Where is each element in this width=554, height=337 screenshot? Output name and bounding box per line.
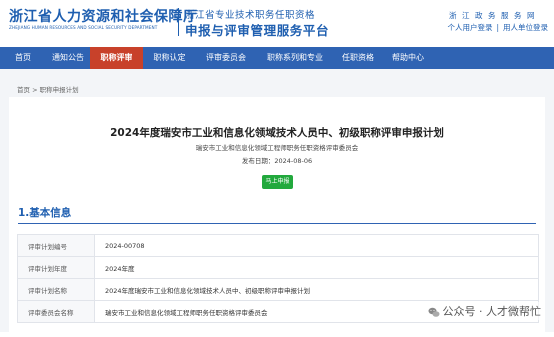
row-value: 2024年度瑞安市工业和信息化领域技术人员中、初级职称评审申报计划 (94, 278, 539, 301)
main-nav: 首页 通知公告 职称评审 职称认定 评审委员会 职称系列和专业 任职资格 帮助中… (0, 47, 554, 69)
row-label: 评审计划年度 (17, 256, 95, 279)
login-links: 个人用户登录 | 用人单位登录 (447, 22, 548, 33)
employer-login-link[interactable]: 用人单位登录 (503, 23, 548, 32)
nav-item-series[interactable]: 职称系列和专业 (256, 47, 334, 69)
table-row: 评审计划编号 2024-00708 (17, 234, 539, 257)
watermark: 公众号 · 人才微帮忙 (424, 302, 544, 320)
nav-item-title-review[interactable]: 职称评审 (90, 47, 143, 69)
nav-item-help[interactable]: 帮助中心 (382, 47, 434, 69)
nav-item-notices[interactable]: 通知公告 (46, 47, 90, 69)
apply-now-button[interactable]: 马上申报 (262, 175, 293, 189)
nav-item-title-recognition[interactable]: 职称认定 (143, 47, 196, 69)
row-label: 评审委员会名称 (17, 300, 95, 323)
breadcrumb-current[interactable]: 职称申报计划 (40, 86, 79, 94)
section-title-basic-info: 1.基本信息 (18, 207, 72, 219)
org-name-en: ZHEJIANG HUMAN RESOURCES AND SOCIAL SECU… (9, 25, 158, 30)
nav-item-home[interactable]: 首页 (0, 47, 46, 69)
nav-item-qualification[interactable]: 任职资格 (334, 47, 382, 69)
row-label: 评审计划编号 (17, 234, 95, 257)
personal-login-link[interactable]: 个人用户登录 (447, 23, 492, 32)
page-title: 2024年度瑞安市工业和信息化领域技术人员中、初级职称评审申报计划 (110, 127, 444, 139)
row-value: 2024-00708 (94, 234, 539, 257)
breadcrumb-home[interactable]: 首页 (17, 86, 30, 94)
nav-item-committee[interactable]: 评审委员会 (196, 47, 256, 69)
row-label: 评审计划名称 (17, 278, 95, 301)
table-row: 评审计划年度 2024年度 (17, 256, 539, 279)
committee-name: 瑞安市工业和信息化领域工程师职务任职资格评审委员会 (195, 144, 359, 152)
gov-service-link[interactable]: 浙江政务服务网 (449, 10, 540, 21)
login-separator: | (496, 23, 499, 32)
system-title: 申报与评审管理服务平台 (185, 23, 330, 38)
wechat-icon (428, 307, 439, 317)
publish-date: 发布日期：2024-08-06 (241, 157, 313, 165)
watermark-text: 公众号 · 人才微帮忙 (442, 305, 542, 318)
breadcrumb: 首页 > 职称申报计划 (17, 84, 79, 94)
system-subtitle: 浙江省专业技术职务任职资格 (185, 10, 316, 21)
org-name[interactable]: 浙江省人力资源和社会保障厅 (9, 6, 198, 26)
site-header: 浙江省人力资源和社会保障厅 ZHEJIANG HUMAN RESOURCES A… (0, 0, 554, 42)
table-row: 评审计划名称 2024年度瑞安市工业和信息化领域技术人员中、初级职称评审申报计划 (17, 278, 539, 301)
row-value: 2024年度 (94, 256, 539, 279)
header-divider (178, 8, 179, 36)
section-divider (18, 223, 536, 224)
breadcrumb-separator: > (32, 86, 38, 94)
